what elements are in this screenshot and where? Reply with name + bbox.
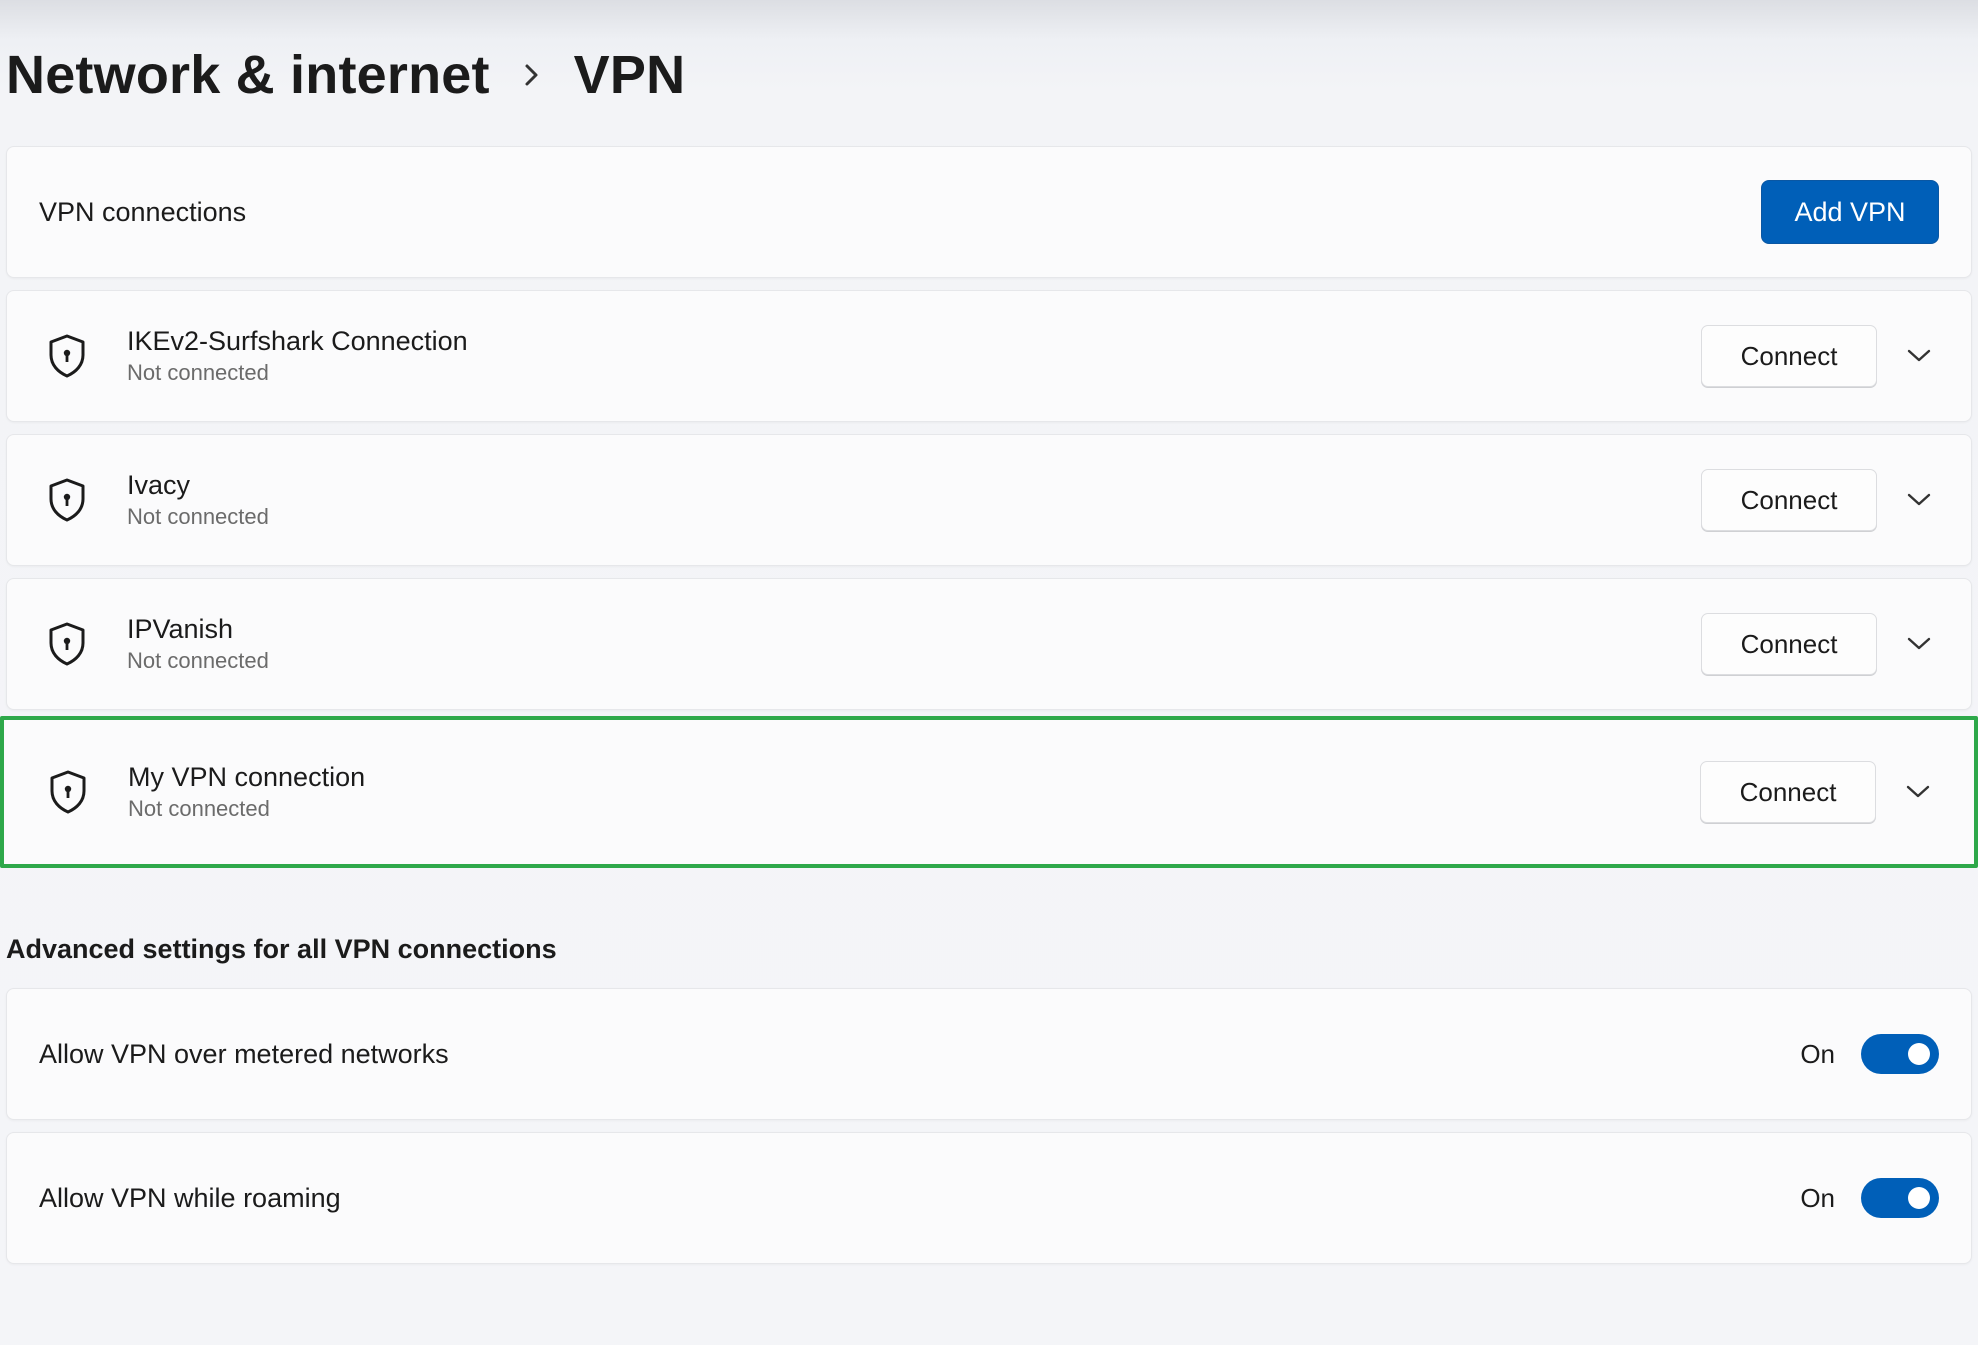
- vpn-connection-name: IPVanish: [127, 614, 234, 644]
- toggle-knob: [1908, 1043, 1930, 1065]
- vpn-connection-row-highlighted[interactable]: My VPN connection Not connected Connect: [0, 716, 1978, 868]
- toggle-state-text: On: [1800, 1038, 1835, 1069]
- connect-button[interactable]: Connect: [1701, 325, 1877, 387]
- toggle-state-text: On: [1800, 1182, 1835, 1213]
- chevron-down-icon[interactable]: [1899, 336, 1939, 376]
- vpn-connection-name: My VPN connection: [128, 762, 366, 792]
- breadcrumb: Network & internet VPN: [6, 38, 685, 112]
- vpn-connection-status: Not connected: [128, 796, 270, 821]
- shield-icon: [43, 620, 91, 668]
- shield-icon: [44, 768, 92, 816]
- add-vpn-button[interactable]: Add VPN: [1761, 180, 1939, 244]
- roaming-toggle[interactable]: [1861, 1178, 1939, 1218]
- toggle-group: On: [1800, 1178, 1939, 1218]
- connect-button[interactable]: Connect: [1700, 761, 1876, 823]
- vpn-connection-row[interactable]: IKEv2-Surfshark Connection Not connected…: [6, 290, 1972, 422]
- vpn-connections-label: VPN connections: [39, 196, 247, 227]
- setting-row-metered: Allow VPN over metered networks On: [6, 988, 1972, 1120]
- connect-button[interactable]: Connect: [1701, 613, 1877, 675]
- vpn-connection-texts: IKEv2-Surfshark Connection Not connected: [127, 324, 1701, 388]
- vpn-connection-status: Not connected: [127, 360, 269, 385]
- vpn-connection-status: Not connected: [127, 504, 269, 529]
- setting-row-roaming: Allow VPN while roaming On: [6, 1132, 1972, 1264]
- connect-button[interactable]: Connect: [1701, 469, 1877, 531]
- vpn-connection-status: Not connected: [127, 648, 269, 673]
- vpn-connection-name: Ivacy: [127, 470, 191, 500]
- setting-label: Allow VPN while roaming: [39, 1182, 341, 1213]
- vpn-connection-texts: Ivacy Not connected: [127, 468, 1701, 532]
- chevron-right-icon: [490, 38, 574, 112]
- shield-icon: [43, 476, 91, 524]
- toggle-knob: [1908, 1187, 1930, 1209]
- page-title: VPN: [573, 45, 686, 105]
- vpn-connection-row[interactable]: Ivacy Not connected Connect: [6, 434, 1972, 566]
- vpn-connection-row[interactable]: IPVanish Not connected Connect: [6, 578, 1972, 710]
- breadcrumb-parent[interactable]: Network & internet: [6, 44, 490, 106]
- vpn-connection-name: IKEv2-Surfshark Connection: [127, 326, 468, 356]
- setting-label: Allow VPN over metered networks: [39, 1038, 449, 1069]
- shield-icon: [43, 332, 91, 380]
- vpn-connection-texts: My VPN connection Not connected: [128, 760, 1700, 824]
- advanced-settings-title: Advanced settings for all VPN connection…: [6, 934, 557, 964]
- toggle-group: On: [1800, 1034, 1939, 1074]
- vpn-connection-texts: IPVanish Not connected: [127, 612, 1701, 676]
- chevron-down-icon[interactable]: [1899, 624, 1939, 664]
- chevron-down-icon[interactable]: [1898, 772, 1938, 812]
- vpn-connections-header: VPN connections Add VPN: [6, 146, 1972, 278]
- chevron-down-icon[interactable]: [1899, 480, 1939, 520]
- metered-networks-toggle[interactable]: [1861, 1034, 1939, 1074]
- vpn-settings-page: Network & internet VPN VPN connections A…: [0, 0, 1978, 1345]
